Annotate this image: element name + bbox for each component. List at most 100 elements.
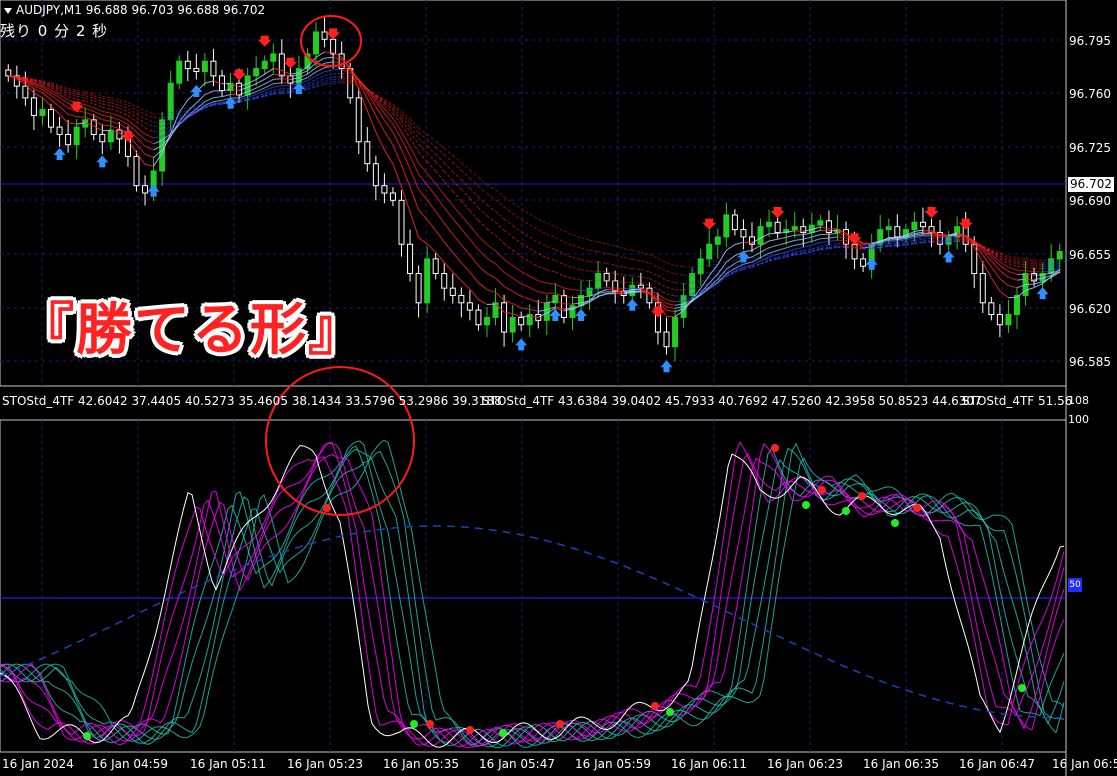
candle-body (663, 331, 670, 348)
candle-body (270, 53, 277, 62)
sell-dot (556, 720, 564, 728)
current-price-label: 96.702 (1068, 177, 1114, 192)
candle-body (424, 258, 431, 304)
candle-body (313, 31, 320, 55)
candle-body (372, 163, 379, 187)
candle-body (142, 185, 149, 194)
price-tick: 96.585 (1069, 355, 1111, 369)
candle-body (1005, 314, 1012, 326)
candle-body (30, 97, 37, 116)
candle-body (740, 229, 747, 238)
candle-body (1013, 294, 1020, 316)
candle-body (971, 243, 978, 275)
candle-body (860, 258, 867, 267)
buy-dot (802, 501, 810, 509)
time-tick: 16 Jan 2024 (2, 757, 74, 771)
candle-body (184, 60, 191, 70)
time-tick: 16 Jan 06:35 (863, 757, 939, 771)
candle-body (560, 294, 567, 318)
candle-body (210, 60, 217, 77)
osc-top-value: 108 (1068, 394, 1089, 407)
time-tick: 16 Jan 04:59 (92, 757, 168, 771)
candle-body (894, 226, 901, 238)
candle-body (637, 284, 644, 289)
candle-body (919, 221, 926, 228)
candle-body (449, 287, 456, 296)
candle-body (415, 273, 422, 304)
candle-body (509, 316, 516, 333)
candle-body (99, 133, 106, 143)
sell-dot (426, 720, 434, 728)
sell-dot (818, 486, 826, 494)
price-tick: 96.620 (1069, 302, 1111, 316)
candle-body (731, 214, 738, 231)
time-tick: 16 Jan 06:5 (1052, 757, 1117, 771)
dropdown-icon[interactable] (4, 7, 12, 14)
bar-timer: 残り 0 分 2 秒 (0, 22, 109, 40)
candle-body (398, 199, 405, 245)
candle-body (672, 316, 679, 348)
candle-body (475, 309, 482, 326)
candle-body (133, 155, 140, 187)
candle-body (56, 126, 63, 135)
time-tick: 16 Jan 05:59 (575, 757, 651, 771)
candle-body (885, 226, 892, 231)
candle-body (355, 97, 362, 143)
buy-dot (842, 507, 850, 515)
candle-body (364, 141, 371, 165)
candle-body (48, 109, 55, 128)
candle-body (5, 69, 12, 77)
sell-dot (771, 444, 779, 452)
sell-dot (651, 702, 659, 710)
candle-body (193, 68, 200, 72)
candle-body (201, 60, 208, 72)
sell-dot (323, 504, 331, 512)
indicator-label-3: STOStd_4TF 51.56 (962, 394, 1073, 408)
buy-dot (666, 708, 674, 716)
time-tick: 16 Jan 06:47 (959, 757, 1035, 771)
chart-header: AUDJPY,M1 96.688 96.703 96.688 96.702 (4, 3, 265, 17)
candle-body (321, 31, 328, 40)
candle-body (979, 273, 986, 304)
candle-body (774, 221, 781, 234)
osc-level-tag: 50 (1068, 578, 1082, 592)
buy-dot (1018, 684, 1026, 692)
time-tick: 16 Jan 05:11 (190, 757, 266, 771)
candle-body (988, 302, 995, 316)
candle-body (330, 38, 337, 55)
candle-body (714, 236, 721, 245)
candle-body (817, 220, 824, 226)
candle-body (689, 273, 696, 296)
sell-dot (466, 726, 474, 734)
symbol-line: AUDJPY,M1 96.688 96.703 96.688 96.702 (16, 3, 266, 17)
indicator-label-1: STOStd_4TF 42.6042 37.4405 40.5273 35.46… (2, 394, 502, 408)
price-tick: 96.725 (1069, 141, 1111, 155)
candle-body (73, 126, 80, 146)
candle-body (843, 229, 850, 245)
candle-body (501, 302, 508, 333)
candle-body (466, 302, 473, 311)
buy-dot (891, 519, 899, 527)
price-tick: 96.655 (1069, 248, 1111, 262)
candle-body (911, 221, 918, 231)
time-tick: 16 Jan 05:35 (383, 757, 459, 771)
candle-body (107, 129, 114, 143)
candle-body (389, 192, 396, 201)
candle-body (441, 273, 448, 289)
candle-body (236, 82, 243, 96)
trading-chart[interactable] (0, 0, 1117, 776)
time-tick: 16 Jan 05:47 (479, 757, 555, 771)
buy-dot (83, 732, 91, 740)
indicator-label-2: STOStd_4TF 43.6384 39.0402 45.7933 40.76… (482, 394, 982, 408)
candle-body (800, 226, 807, 234)
candle-body (176, 60, 183, 84)
candle-body (706, 243, 713, 260)
candle-body (483, 316, 490, 326)
sell-dot (913, 504, 921, 512)
buy-dot (499, 729, 507, 737)
candle-body (261, 60, 268, 70)
candle-body (278, 53, 285, 77)
candle-body (432, 258, 439, 275)
candle-body (39, 109, 46, 116)
candle-body (65, 133, 72, 146)
